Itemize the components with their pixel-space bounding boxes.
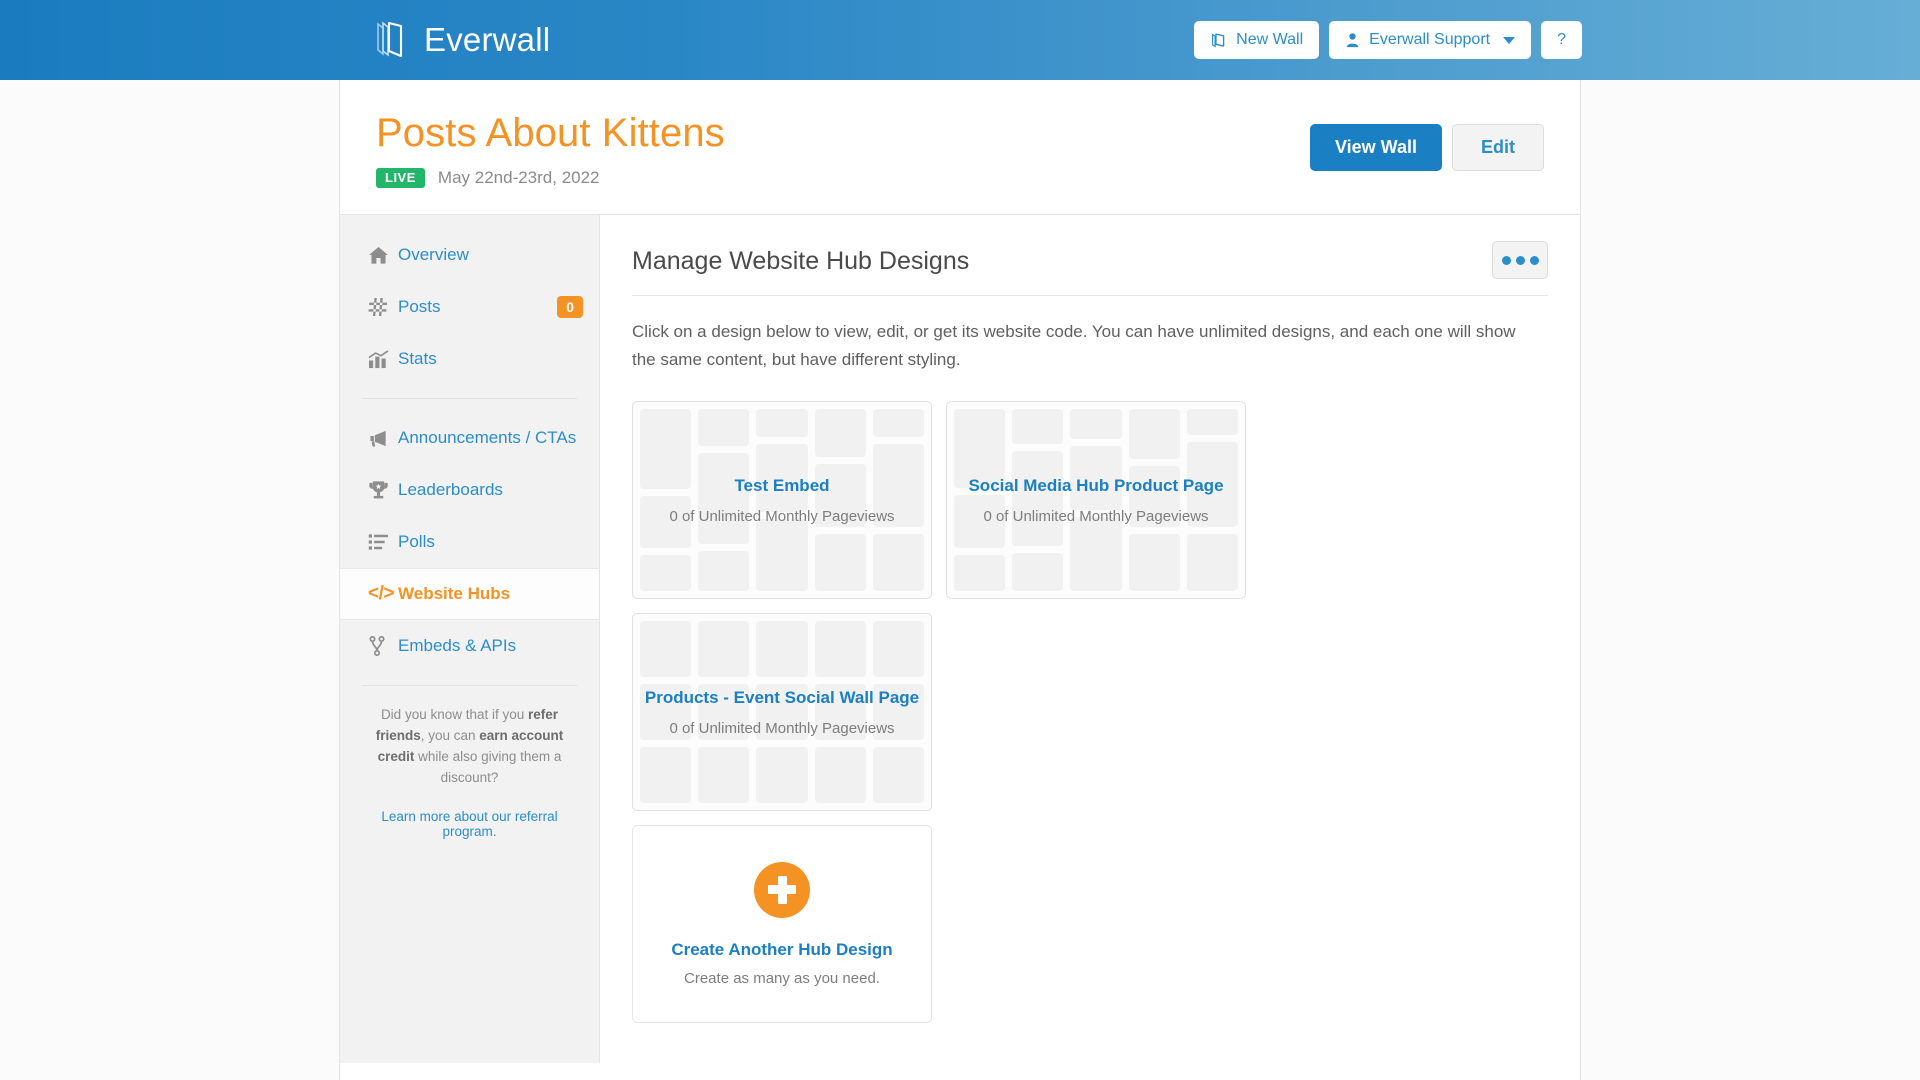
content-description: Click on a design below to view, edit, o… xyxy=(632,322,1516,369)
referral-text: Did you know that if you refer friends, … xyxy=(366,705,573,789)
page-title: Posts About Kittens xyxy=(376,111,725,155)
wall-action-buttons: View Wall Edit xyxy=(1309,110,1544,171)
megaphone-icon xyxy=(368,429,398,448)
sidebar-item-label: Announcements / CTAs xyxy=(398,428,577,447)
sidebar-navigation: Overview Posts 0 Stats Announcements / C… xyxy=(340,215,600,1064)
wall-subtitle: LIVE May 22nd-23rd, 2022 xyxy=(376,168,725,188)
design-card-pageviews: 0 of Unlimited Monthly Pageviews xyxy=(669,720,895,738)
sidebar-item-label: Posts xyxy=(398,297,441,316)
design-card-test-embed[interactable]: Test Embed 0 of Unlimited Monthly Pagevi… xyxy=(632,401,932,600)
top-header-actions: New Wall Everwall Support ? xyxy=(1194,21,1582,59)
top-header-bar: Everwall New Wall Everwall Support ? xyxy=(0,0,1920,80)
bar-chart-icon xyxy=(368,349,398,369)
home-icon xyxy=(368,246,398,265)
new-wall-label: New Wall xyxy=(1236,31,1304,48)
create-hub-design-card[interactable]: Create Another Hub Design Create as many… xyxy=(632,825,932,1024)
sidebar-item-label: Stats xyxy=(398,349,437,368)
posts-count-badge: 0 xyxy=(557,296,583,318)
user-icon xyxy=(1345,32,1360,48)
referral-text-part-3: while also giving them a discount? xyxy=(414,748,562,785)
sidebar-item-website-hubs[interactable]: </> Website Hubs xyxy=(340,568,599,620)
design-card-text: Products - Event Social Wall Page 0 of U… xyxy=(635,687,929,737)
content-heading: Manage Website Hub Designs xyxy=(632,247,970,275)
design-card-text: Test Embed 0 of Unlimited Monthly Pagevi… xyxy=(659,475,904,525)
design-card-grid: Test Embed 0 of Unlimited Monthly Pagevi… xyxy=(632,401,1548,812)
design-card-text: Social Media Hub Product Page 0 of Unlim… xyxy=(958,475,1233,525)
help-label: ? xyxy=(1557,31,1566,48)
design-card-title: Test Embed xyxy=(734,476,830,496)
plus-circle-icon xyxy=(754,861,810,918)
help-button[interactable]: ? xyxy=(1541,21,1582,59)
referral-text-part-2: , you can xyxy=(420,727,480,743)
wall-title-block: Posts About Kittens LIVE May 22nd-23rd, … xyxy=(376,110,725,188)
design-card-social-media-hub-product-page[interactable]: Social Media Hub Product Page 0 of Unlim… xyxy=(946,401,1246,600)
trophy-icon xyxy=(368,480,398,500)
code-icon: </> xyxy=(368,583,394,604)
brand-logo-link[interactable]: Everwall xyxy=(373,20,550,60)
create-card-subtitle: Create as many as you need. xyxy=(684,969,880,987)
referral-program-link[interactable]: Learn more about our referral program. xyxy=(366,809,573,839)
sidebar-item-label: Embeds & APIs xyxy=(398,636,517,655)
wall-title-area: Posts About Kittens LIVE May 22nd-23rd, … xyxy=(340,80,1580,215)
chevron-down-icon xyxy=(1503,36,1516,44)
sidebar-item-label: Website Hubs xyxy=(398,584,511,603)
ellipsis-icon xyxy=(1529,255,1539,265)
book-icon xyxy=(1210,32,1227,49)
sidebar-item-embeds-apis[interactable]: Embeds & APIs xyxy=(340,620,599,672)
create-card-title: Create Another Hub Design xyxy=(671,939,893,959)
sidebar-item-announcements-ctas[interactable]: Announcements / CTAs xyxy=(340,412,599,464)
plus-glyph xyxy=(768,875,796,904)
referral-promo: Did you know that if you refer friends, … xyxy=(340,699,599,839)
status-badge: LIVE xyxy=(376,168,425,188)
sidebar-item-label: Overview xyxy=(398,245,469,264)
sidebar-item-label: Leaderboards xyxy=(398,480,503,499)
sidebar-item-overview[interactable]: Overview xyxy=(340,229,599,281)
sidebar-item-posts[interactable]: Posts 0 xyxy=(340,281,599,333)
design-card-title: Social Media Hub Product Page xyxy=(968,476,1224,496)
design-card-products-event-social-wall-page[interactable]: Products - Event Social Wall Page 0 of U… xyxy=(632,613,932,812)
main-content: Manage Website Hub Designs Click on a de… xyxy=(600,215,1580,1064)
content-header: Manage Website Hub Designs xyxy=(632,241,1548,296)
page-container: Posts About Kittens LIVE May 22nd-23rd, … xyxy=(339,80,1581,1080)
edit-wall-button[interactable]: Edit xyxy=(1452,124,1544,171)
hashtag-icon xyxy=(368,297,398,317)
sidebar-divider xyxy=(362,398,577,399)
create-card-row: Create Another Hub Design Create as many… xyxy=(632,825,1548,1024)
wall-date-range: May 22nd-23rd, 2022 xyxy=(437,168,600,187)
more-options-button[interactable] xyxy=(1492,241,1548,279)
ellipsis-icon xyxy=(1501,255,1511,265)
new-wall-button[interactable]: New Wall xyxy=(1194,21,1320,59)
design-card-pageviews: 0 of Unlimited Monthly Pageviews xyxy=(983,508,1209,526)
sidebar-item-label: Polls xyxy=(398,532,435,551)
page-body: Overview Posts 0 Stats Announcements / C… xyxy=(340,215,1580,1064)
sidebar-item-leaderboards[interactable]: Leaderboards xyxy=(340,464,599,516)
sidebar-item-polls[interactable]: Polls xyxy=(340,516,599,568)
ellipsis-icon xyxy=(1515,255,1525,265)
everwall-book-logo-icon xyxy=(373,20,411,60)
referral-text-part-1: Did you know that if you xyxy=(380,707,529,722)
account-label: Everwall Support xyxy=(1369,31,1491,48)
sidebar-divider xyxy=(362,685,577,686)
design-card-title: Products - Event Social Wall Page xyxy=(644,688,920,708)
branch-icon xyxy=(368,636,398,656)
plus-vertical-bar xyxy=(777,875,787,904)
brand-name: Everwall xyxy=(424,21,551,58)
account-menu-button[interactable]: Everwall Support xyxy=(1329,21,1532,59)
design-card-pageviews: 0 of Unlimited Monthly Pageviews xyxy=(669,508,895,526)
sidebar-item-stats[interactable]: Stats xyxy=(340,333,599,385)
view-wall-button[interactable]: View Wall xyxy=(1309,124,1442,171)
list-icon xyxy=(368,533,398,551)
